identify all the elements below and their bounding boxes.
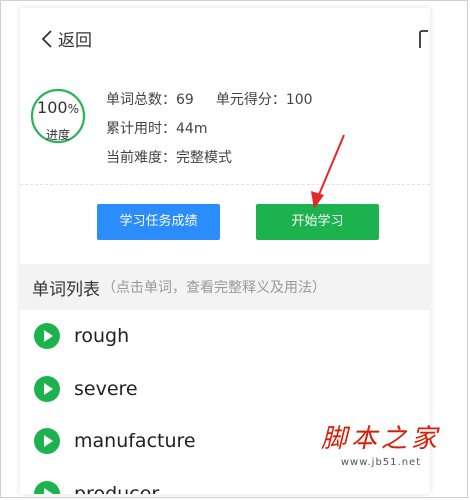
total-words-value: 69 <box>176 92 194 108</box>
unit-stats: 单词总数：69 单元得分：100 累计用时：44m 当前难度：完整模式 <box>106 86 313 173</box>
stats-row-3: 当前难度：完整模式 <box>106 144 313 173</box>
time-used-value: 44m <box>176 121 208 137</box>
word-list-hint: （点击单词，查看完整释义及用法） <box>102 280 326 296</box>
difficulty-value: 完整模式 <box>176 150 232 166</box>
word-item[interactable]: rough <box>20 310 430 363</box>
total-words-label: 单词总数： <box>106 92 176 108</box>
word-text: rough <box>74 325 130 348</box>
word-list-title: 单词列表 <box>32 279 100 300</box>
unit-score-value: 100 <box>285 92 313 108</box>
progress-number: 100 <box>37 98 68 117</box>
play-circle-icon[interactable] <box>34 323 60 350</box>
word-item[interactable]: producer <box>20 468 430 494</box>
back-label: 返回 <box>58 31 92 51</box>
watermark: 脚本之家 www.jb51.net <box>316 418 446 468</box>
play-circle-icon[interactable] <box>34 375 60 402</box>
progress-value: 100% <box>30 98 86 117</box>
play-circle-icon[interactable] <box>34 480 60 494</box>
section-divider <box>20 184 430 185</box>
word-item[interactable]: severe <box>20 363 430 416</box>
stats-row-2: 累计用时：44m <box>106 115 313 144</box>
word-text: producer <box>74 482 160 494</box>
back-button[interactable]: 返回 <box>40 26 92 51</box>
difficulty-label: 当前难度： <box>106 150 176 166</box>
unit-score-label: 单元得分： <box>215 92 286 108</box>
share-icon[interactable] <box>418 28 430 50</box>
stats-row-1: 单词总数：69 单元得分：100 <box>106 86 313 115</box>
task-scores-button[interactable]: 学习任务成绩 <box>97 204 220 240</box>
watermark-url: www.jb51.net <box>340 457 422 468</box>
time-used-label: 累计用时： <box>106 121 176 137</box>
play-circle-icon[interactable] <box>34 428 60 455</box>
watermark-name: 脚本之家 <box>320 424 441 454</box>
word-text: severe <box>74 377 138 400</box>
progress-label: 进度 <box>45 128 70 142</box>
word-text: manufacture <box>74 430 196 453</box>
progress-unit: % <box>67 102 79 116</box>
annotation-arrow-icon <box>311 134 345 209</box>
chevron-left-icon <box>41 29 52 48</box>
word-list-header: 单词列表 （点击单词，查看完整释义及用法） <box>20 264 430 310</box>
